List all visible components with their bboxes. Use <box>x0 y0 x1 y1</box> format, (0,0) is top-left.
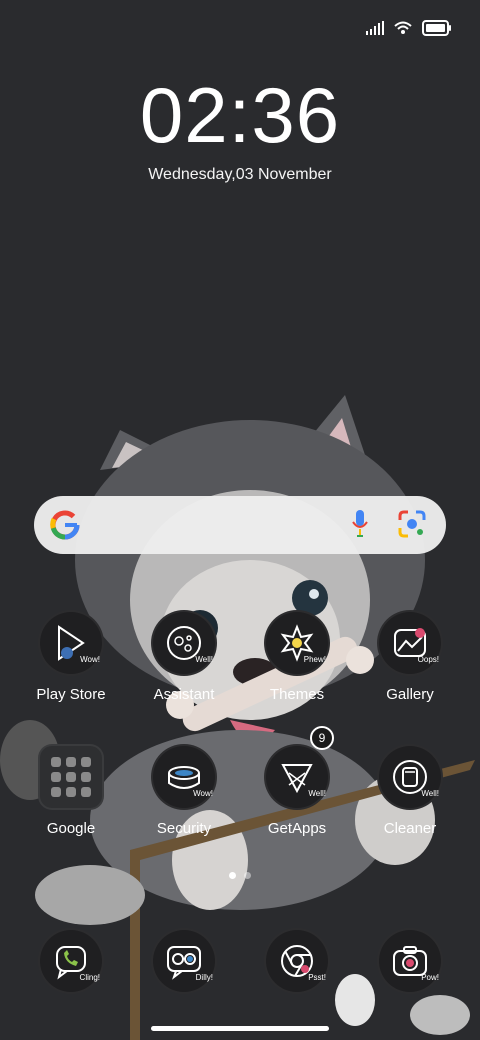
app-folder-google[interactable]: Google <box>16 744 126 837</box>
app-themes[interactable]: Phew! Themes <box>242 610 352 703</box>
app-assistant[interactable]: Well! Assistant <box>129 610 239 703</box>
app-getapps[interactable]: Well! 9 GetApps <box>242 726 352 837</box>
app-label: Play Store <box>36 686 106 703</box>
app-label: Cleaner <box>383 820 437 837</box>
app-label: GetApps <box>267 820 327 837</box>
sticker-text: Dilly! <box>195 973 213 982</box>
getapps-icon: Well! 9 <box>264 726 334 810</box>
assistant-icon: Well! <box>151 610 217 676</box>
signal-icon <box>366 21 384 35</box>
themes-icon: Phew! <box>264 610 330 676</box>
dock-camera[interactable]: Pow! <box>355 928 465 994</box>
messages-icon: Dilly! <box>151 928 217 994</box>
app-label: Assistant <box>153 686 215 703</box>
gallery-icon: Oops! <box>377 610 443 676</box>
status-bar <box>366 14 452 42</box>
app-cleaner[interactable]: Well! Cleaner <box>355 744 465 837</box>
wifi-icon <box>394 21 412 34</box>
sticker-text: Pow! <box>421 973 439 982</box>
app-play-store[interactable]: Wow! Play Store <box>16 610 126 703</box>
lens-icon[interactable] <box>398 510 426 538</box>
sticker-text: Wow! <box>193 789 213 798</box>
dock-phone[interactable]: Cling! <box>16 928 126 994</box>
page-dot-active <box>229 872 236 879</box>
security-icon: Wow! <box>151 744 217 810</box>
sticker-text: Oops! <box>417 655 439 664</box>
clock-date: Wednesday,03 November <box>148 166 332 183</box>
camera-icon: Pow! <box>377 928 443 994</box>
app-label: Google <box>46 820 96 837</box>
home-indicator[interactable] <box>151 1026 329 1031</box>
sticker-text: Wow! <box>80 655 100 664</box>
page-indicator <box>0 872 480 879</box>
dock-browser[interactable]: Psst! <box>242 928 352 994</box>
sticker-text: Psst! <box>308 973 326 982</box>
lockscreen-clock: 02:36 Wednesday,03 November <box>0 70 480 184</box>
sticker-text: Cling! <box>79 973 100 982</box>
microphone-icon[interactable] <box>352 510 368 538</box>
battery-icon <box>422 20 451 36</box>
sticker-text: Well! <box>195 655 213 664</box>
app-label: Themes <box>269 686 325 703</box>
notification-badge: 9 <box>310 726 334 750</box>
app-gallery[interactable]: Oops! Gallery <box>355 610 465 703</box>
sticker-text: Phew! <box>303 655 326 664</box>
sticker-text: Well! <box>421 789 439 798</box>
sticker-text: Well! <box>308 789 326 798</box>
app-label: Gallery <box>386 686 434 703</box>
browser-icon: Psst! <box>264 928 330 994</box>
google-search-bar[interactable] <box>34 496 446 554</box>
app-security[interactable]: Wow! Security <box>129 744 239 837</box>
phone-icon: Cling! <box>38 928 104 994</box>
google-g-icon <box>50 510 80 540</box>
app-label: Security <box>156 820 212 837</box>
page-dot <box>244 872 251 879</box>
folder-google-icon <box>38 744 104 810</box>
clock-time: 02:36 <box>139 71 341 159</box>
dock-messages[interactable]: Dilly! <box>129 928 239 994</box>
play-store-icon: Wow! <box>38 610 104 676</box>
cleaner-icon: Well! <box>377 744 443 810</box>
